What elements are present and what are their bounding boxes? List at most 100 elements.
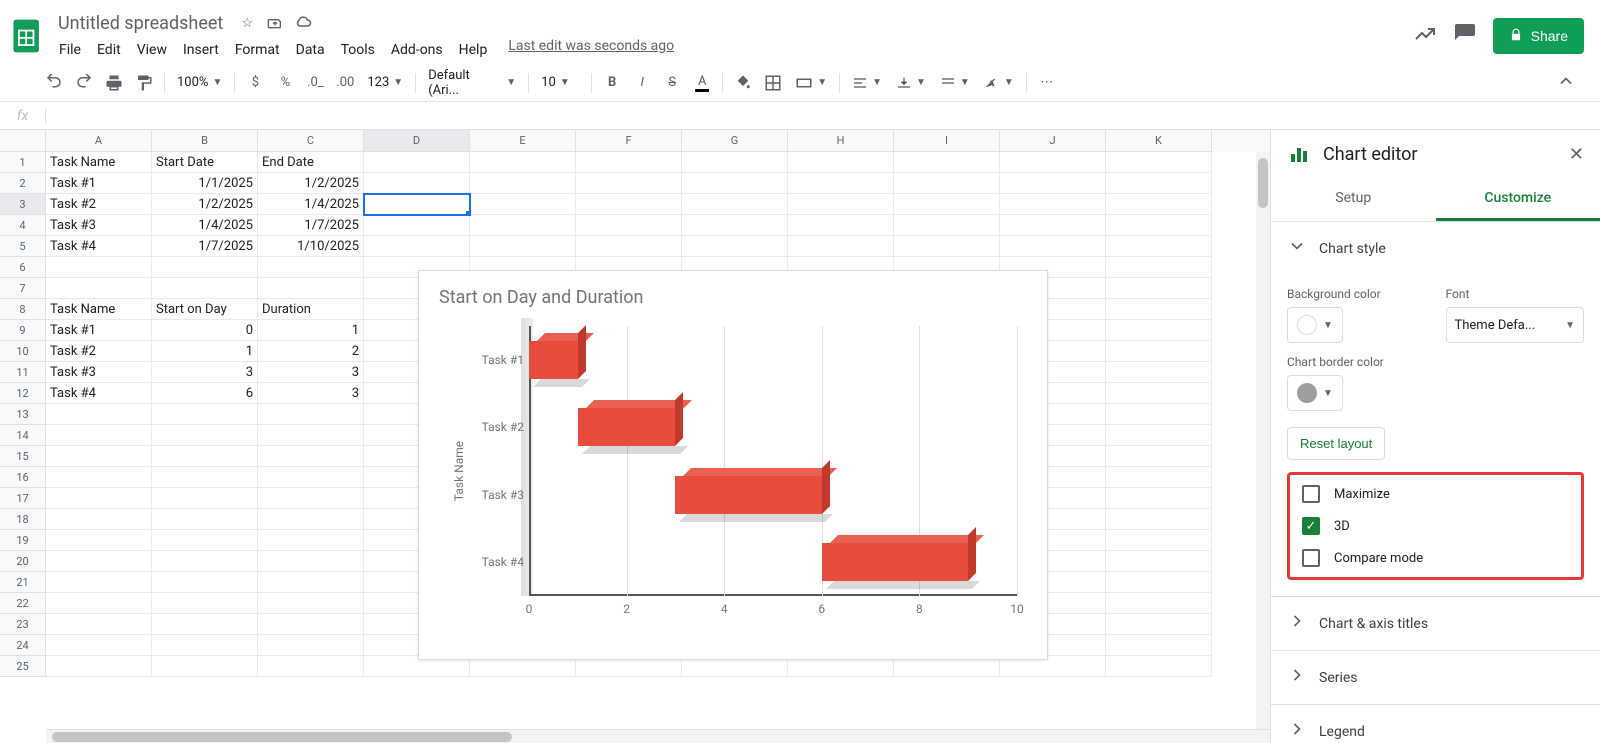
- cell[interactable]: 1/7/2025: [152, 236, 258, 257]
- cell[interactable]: 2: [258, 341, 364, 362]
- cell[interactable]: [470, 215, 576, 236]
- borders-icon[interactable]: [759, 69, 787, 97]
- cell[interactable]: [1106, 341, 1212, 362]
- cell[interactable]: Task #3: [46, 362, 152, 383]
- row-header[interactable]: 6: [0, 257, 46, 278]
- cell[interactable]: [152, 278, 258, 299]
- horizontal-scrollbar[interactable]: [46, 729, 1270, 743]
- cell[interactable]: Task #2: [46, 341, 152, 362]
- row-header[interactable]: 5: [0, 236, 46, 257]
- row-header[interactable]: 2: [0, 173, 46, 194]
- cell[interactable]: [364, 152, 470, 173]
- cell[interactable]: Task #1: [46, 320, 152, 341]
- col-header[interactable]: F: [576, 130, 682, 152]
- italic-icon[interactable]: I: [628, 69, 656, 97]
- cell[interactable]: [788, 173, 894, 194]
- doc-title[interactable]: Untitled spreadsheet: [52, 11, 229, 36]
- col-header[interactable]: H: [788, 130, 894, 152]
- cell[interactable]: [258, 551, 364, 572]
- menu-format[interactable]: Format: [228, 38, 287, 62]
- cell[interactable]: [258, 257, 364, 278]
- cell[interactable]: Task #1: [46, 173, 152, 194]
- cell[interactable]: [258, 509, 364, 530]
- cell[interactable]: [894, 236, 1000, 257]
- cell[interactable]: [576, 173, 682, 194]
- tab-setup[interactable]: Setup: [1271, 178, 1436, 221]
- cell[interactable]: [1000, 152, 1106, 173]
- cell[interactable]: [788, 215, 894, 236]
- cell[interactable]: [364, 173, 470, 194]
- bold-icon[interactable]: B: [598, 69, 626, 97]
- row-header[interactable]: 9: [0, 320, 46, 341]
- cell[interactable]: [46, 257, 152, 278]
- cell[interactable]: [46, 593, 152, 614]
- star-icon[interactable]: ☆: [237, 13, 257, 33]
- cell[interactable]: [894, 173, 1000, 194]
- move-icon[interactable]: [265, 13, 285, 33]
- cell[interactable]: [258, 446, 364, 467]
- row-header[interactable]: 3: [0, 194, 46, 215]
- cell[interactable]: [152, 425, 258, 446]
- vertical-scrollbar[interactable]: [1256, 152, 1270, 729]
- cell[interactable]: Task #4: [46, 383, 152, 404]
- cell[interactable]: [1106, 572, 1212, 593]
- menu-file[interactable]: File: [52, 38, 88, 62]
- col-header[interactable]: K: [1106, 130, 1212, 152]
- rotate-dropdown[interactable]: A▼: [978, 75, 1020, 91]
- checkbox-maximize[interactable]: Maximize: [1302, 485, 1569, 503]
- collapse-toolbar-icon[interactable]: [1552, 67, 1580, 99]
- row-header[interactable]: 20: [0, 551, 46, 572]
- cell[interactable]: [46, 572, 152, 593]
- section-chart-style[interactable]: Chart style: [1271, 222, 1600, 275]
- increase-decimal-icon[interactable]: .00: [331, 69, 359, 97]
- cell[interactable]: [1106, 635, 1212, 656]
- cell[interactable]: [1106, 383, 1212, 404]
- cell[interactable]: [788, 236, 894, 257]
- row-header[interactable]: 15: [0, 446, 46, 467]
- percent-icon[interactable]: %: [271, 69, 299, 97]
- sheets-logo[interactable]: [8, 16, 48, 56]
- cell[interactable]: [1106, 530, 1212, 551]
- menu-addons[interactable]: Add-ons: [384, 38, 450, 62]
- section-chart-axis-titles[interactable]: Chart & axis titles: [1271, 597, 1600, 650]
- cell[interactable]: 3: [152, 362, 258, 383]
- menu-data[interactable]: Data: [289, 38, 332, 62]
- cell[interactable]: [1106, 656, 1212, 677]
- cell[interactable]: [788, 194, 894, 215]
- cell[interactable]: [46, 614, 152, 635]
- cell[interactable]: [1106, 488, 1212, 509]
- col-header[interactable]: I: [894, 130, 1000, 152]
- cell[interactable]: [1106, 614, 1212, 635]
- cell[interactable]: [1106, 509, 1212, 530]
- cell[interactable]: [152, 614, 258, 635]
- cell[interactable]: 0: [152, 320, 258, 341]
- cell[interactable]: [1106, 278, 1212, 299]
- comments-icon[interactable]: [1453, 22, 1477, 50]
- cell[interactable]: [1106, 593, 1212, 614]
- cell[interactable]: [364, 194, 470, 215]
- reset-layout-button[interactable]: Reset layout: [1287, 427, 1385, 460]
- cell[interactable]: [1106, 236, 1212, 257]
- cell[interactable]: [682, 152, 788, 173]
- cell[interactable]: 1: [258, 320, 364, 341]
- merge-dropdown[interactable]: ▼: [789, 74, 833, 92]
- cell[interactable]: [894, 194, 1000, 215]
- embedded-chart[interactable]: Start on Day and Duration Task Name 0246…: [418, 270, 1048, 660]
- row-header[interactable]: 19: [0, 530, 46, 551]
- cell[interactable]: [46, 446, 152, 467]
- currency-icon[interactable]: $: [241, 69, 269, 97]
- cell[interactable]: [1000, 173, 1106, 194]
- cell[interactable]: 1/7/2025: [258, 215, 364, 236]
- row-header[interactable]: 18: [0, 509, 46, 530]
- undo-icon[interactable]: [40, 69, 68, 97]
- tab-customize[interactable]: Customize: [1436, 178, 1600, 221]
- valign-dropdown[interactable]: ▼: [890, 75, 932, 91]
- cell[interactable]: [682, 215, 788, 236]
- last-edit[interactable]: Last edit was seconds ago: [508, 38, 674, 62]
- menu-help[interactable]: Help: [452, 38, 495, 62]
- row-header[interactable]: 12: [0, 383, 46, 404]
- cell[interactable]: [46, 551, 152, 572]
- cell[interactable]: [1106, 362, 1212, 383]
- col-header[interactable]: E: [470, 130, 576, 152]
- cell[interactable]: [576, 215, 682, 236]
